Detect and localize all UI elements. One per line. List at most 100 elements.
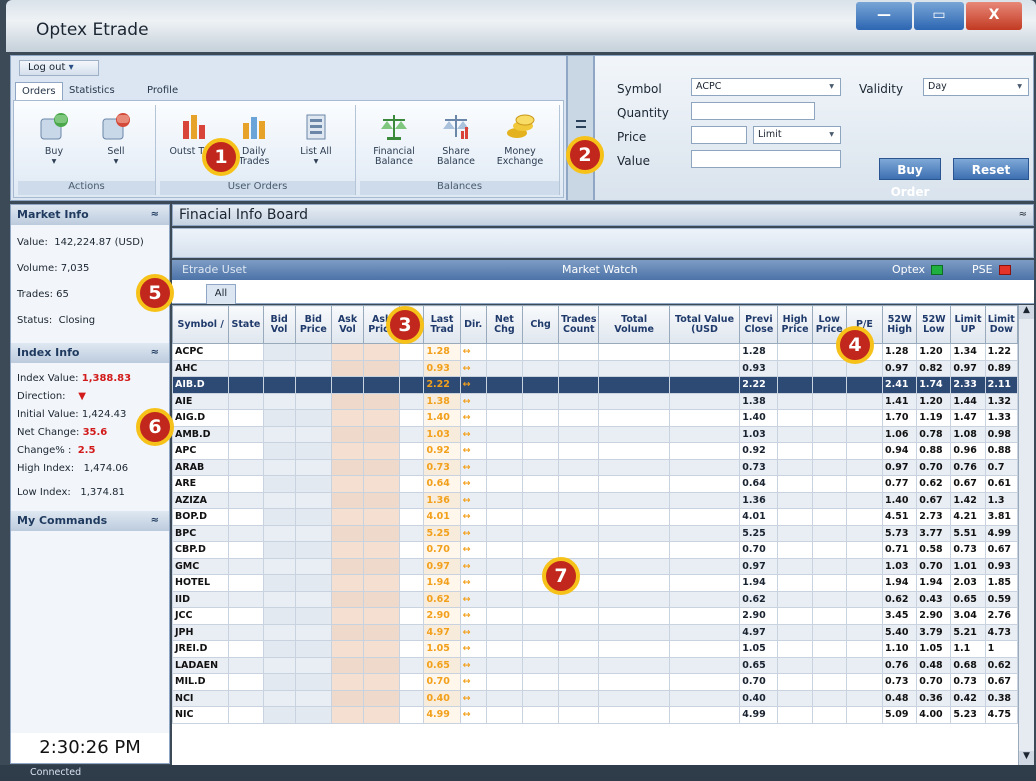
sell-button[interactable]: Sell ▾ xyxy=(88,109,144,175)
table-cell xyxy=(485,623,523,641)
table-cell: 1.03 xyxy=(739,425,779,443)
table-row[interactable]: AIB.D 2.22 ↔ 2.22 2.41 1.74 2.33 2.11 xyxy=(172,376,1018,394)
table-cell xyxy=(811,524,847,542)
column-header[interactable]: Total Value (USD xyxy=(668,305,741,344)
table-row[interactable]: JCC 2.90 ↔ 2.90 3.45 2.90 3.04 2.76 xyxy=(172,607,1018,625)
table-row[interactable]: JREI.D 1.05 ↔ 1.05 1.10 1.05 1.1 1 xyxy=(172,640,1018,658)
column-header[interactable]: Previ Close xyxy=(739,305,779,344)
table-cell: 1.94 xyxy=(423,574,461,592)
price-field[interactable] xyxy=(691,126,747,144)
table-cell xyxy=(777,607,813,625)
table-row[interactable]: ARE 0.64 ↔ 0.64 0.77 0.62 0.67 0.61 xyxy=(172,475,1018,493)
ribbon-body: Buy ▾ Sell ▾ Actions Outst Trad Daily Trad… xyxy=(13,100,564,198)
table-row[interactable]: ARAB 0.73 ↔ 0.73 0.97 0.70 0.76 0.7 xyxy=(172,458,1018,476)
table-row[interactable]: AIE 1.38 ↔ 1.38 1.41 1.20 1.44 1.32 xyxy=(172,392,1018,410)
column-header[interactable]: Symbol / xyxy=(172,305,230,344)
column-header[interactable]: Dir. xyxy=(459,305,487,344)
table-cell: 2.03 xyxy=(950,574,986,592)
symbol-select[interactable]: ACPC ▾ xyxy=(691,78,841,96)
table-cell xyxy=(558,656,600,674)
table-row[interactable]: BOP.D 4.01 ↔ 4.01 4.51 2.73 4.21 3.81 xyxy=(172,508,1018,526)
column-header[interactable]: High Price xyxy=(777,305,813,344)
tab-profile[interactable]: Profile xyxy=(141,82,184,100)
table-cell xyxy=(330,425,365,443)
table-row[interactable]: CBP.D 0.70 ↔ 0.70 0.71 0.58 0.73 0.67 xyxy=(172,541,1018,559)
table-row[interactable]: NIC 4.99 ↔ 4.99 5.09 4.00 5.23 4.75 xyxy=(172,706,1018,724)
logout-button[interactable]: Log out ▾ xyxy=(19,60,99,76)
table-row[interactable]: AIG.D 1.40 ↔ 1.40 1.70 1.19 1.47 1.33 xyxy=(172,409,1018,427)
table-row[interactable]: AHC 0.93 ↔ 0.93 0.97 0.82 0.97 0.89 xyxy=(172,359,1018,377)
scroll-down-icon: ▼ xyxy=(1019,751,1034,765)
column-header[interactable]: Ask Vol xyxy=(330,305,365,344)
column-header[interactable]: Chg xyxy=(521,305,560,344)
price-type-select[interactable]: Limit ▾ xyxy=(753,126,841,144)
table-row[interactable]: AZIZA 1.36 ↔ 1.36 1.40 0.67 1.42 1.3 xyxy=(172,491,1018,509)
table-row[interactable]: HOTEL 1.94 ↔ 1.94 1.94 1.94 2.03 1.85 xyxy=(172,574,1018,592)
my-commands-header[interactable]: My Commands ≈ xyxy=(11,511,169,531)
table-row[interactable]: APC 0.92 ↔ 0.92 0.94 0.88 0.96 0.88 xyxy=(172,442,1018,460)
market-watch-grid[interactable]: Symbol / State Bid Vol Bid Price Ask Vol Ask … xyxy=(172,305,1018,765)
table-cell: 1.85 xyxy=(984,574,1018,592)
column-header[interactable]: Limit Dow xyxy=(984,305,1018,344)
table-row[interactable]: BPC 5.25 ↔ 5.25 5.73 3.77 5.51 4.99 xyxy=(172,524,1018,542)
order-pane-splitter[interactable]: Bu xyxy=(567,55,594,201)
table-cell xyxy=(228,458,264,476)
column-header[interactable]: 52W High xyxy=(882,305,918,344)
table-row[interactable]: MIL.D 0.70 ↔ 0.70 0.73 0.70 0.73 0.67 xyxy=(172,673,1018,691)
table-cell: ↔ xyxy=(459,392,487,410)
reset-button[interactable]: Reset xyxy=(953,158,1029,180)
table-cell: 1.70 xyxy=(882,409,918,427)
value-field[interactable] xyxy=(691,150,841,168)
vertical-scrollbar[interactable]: ▲ ▼ xyxy=(1018,305,1034,765)
money-exchange-button[interactable]: Money Exchange xyxy=(492,109,548,175)
column-header[interactable]: Bid Price xyxy=(294,305,332,344)
table-cell xyxy=(521,541,560,559)
table-row[interactable]: LADAEN 0.65 ↔ 0.65 0.76 0.48 0.68 0.62 xyxy=(172,656,1018,674)
table-row[interactable]: NCI 0.40 ↔ 0.40 0.48 0.36 0.42 0.38 xyxy=(172,689,1018,707)
tab-orders[interactable]: Orders xyxy=(15,82,63,100)
market-info-header[interactable]: Market Info ≈ xyxy=(11,205,169,225)
table-cell xyxy=(777,541,813,559)
table-cell xyxy=(330,524,365,542)
index-info-header[interactable]: Index Info ≈ xyxy=(11,343,169,363)
table-row[interactable]: ACPC 1.28 ↔ 1.28 1.28 1.20 1.34 1.22 xyxy=(172,343,1018,361)
table-cell: 0.78 xyxy=(916,425,952,443)
column-header[interactable]: Limit UP xyxy=(950,305,986,344)
table-cell xyxy=(777,557,813,575)
table-cell xyxy=(845,640,884,658)
column-header[interactable]: Total Volume xyxy=(598,305,670,344)
financial-balance-button[interactable]: Financial Balance xyxy=(366,109,422,175)
table-cell xyxy=(363,673,401,691)
table-cell: 2.22 xyxy=(423,376,461,394)
list-all-button[interactable]: List All ▾ xyxy=(288,109,344,175)
table-row[interactable]: GMC 0.97 ↔ 0.97 1.03 0.70 1.01 0.93 xyxy=(172,557,1018,575)
column-header[interactable]: State xyxy=(228,305,264,344)
validity-select[interactable]: Day ▾ xyxy=(923,78,1029,96)
table-row[interactable]: JPH 4.97 ↔ 4.97 5.40 3.79 5.21 4.73 xyxy=(172,623,1018,641)
user-orders-group: Outst Trad Daily Trades List All ▾ User O… xyxy=(160,105,356,195)
table-row[interactable]: AMB.D 1.03 ↔ 1.03 1.06 0.78 1.08 0.98 xyxy=(172,425,1018,443)
table-cell: 0.70 xyxy=(916,557,952,575)
maximize-button[interactable]: ▭ xyxy=(914,2,964,30)
column-header[interactable]: Bid Vol xyxy=(262,305,296,344)
close-button[interactable]: X xyxy=(966,2,1022,30)
column-header[interactable]: Net Chg xyxy=(485,305,523,344)
tab-statistics[interactable]: Statistics xyxy=(63,82,121,100)
table-cell xyxy=(845,442,884,460)
buy-button[interactable]: Buy ▾ xyxy=(26,109,82,175)
column-header[interactable]: 52W Low xyxy=(916,305,952,344)
buy-order-button[interactable]: Buy Order xyxy=(879,158,941,199)
table-row[interactable]: IID 0.62 ↔ 0.62 0.62 0.43 0.65 0.59 xyxy=(172,590,1018,608)
quantity-field[interactable] xyxy=(691,102,815,120)
table-cell xyxy=(558,508,600,526)
table-cell xyxy=(845,425,884,443)
share-balance-button[interactable]: Share Balance xyxy=(428,109,484,175)
column-header[interactable]: Last Trad xyxy=(423,305,461,344)
table-cell: BPC xyxy=(172,524,230,542)
column-header[interactable]: Trades Count xyxy=(558,305,600,344)
table-cell xyxy=(399,607,425,625)
table-cell: AIB.D xyxy=(172,376,230,394)
minimize-button[interactable]: — xyxy=(856,2,912,30)
tab-all[interactable]: All xyxy=(206,284,236,304)
table-cell xyxy=(777,524,813,542)
